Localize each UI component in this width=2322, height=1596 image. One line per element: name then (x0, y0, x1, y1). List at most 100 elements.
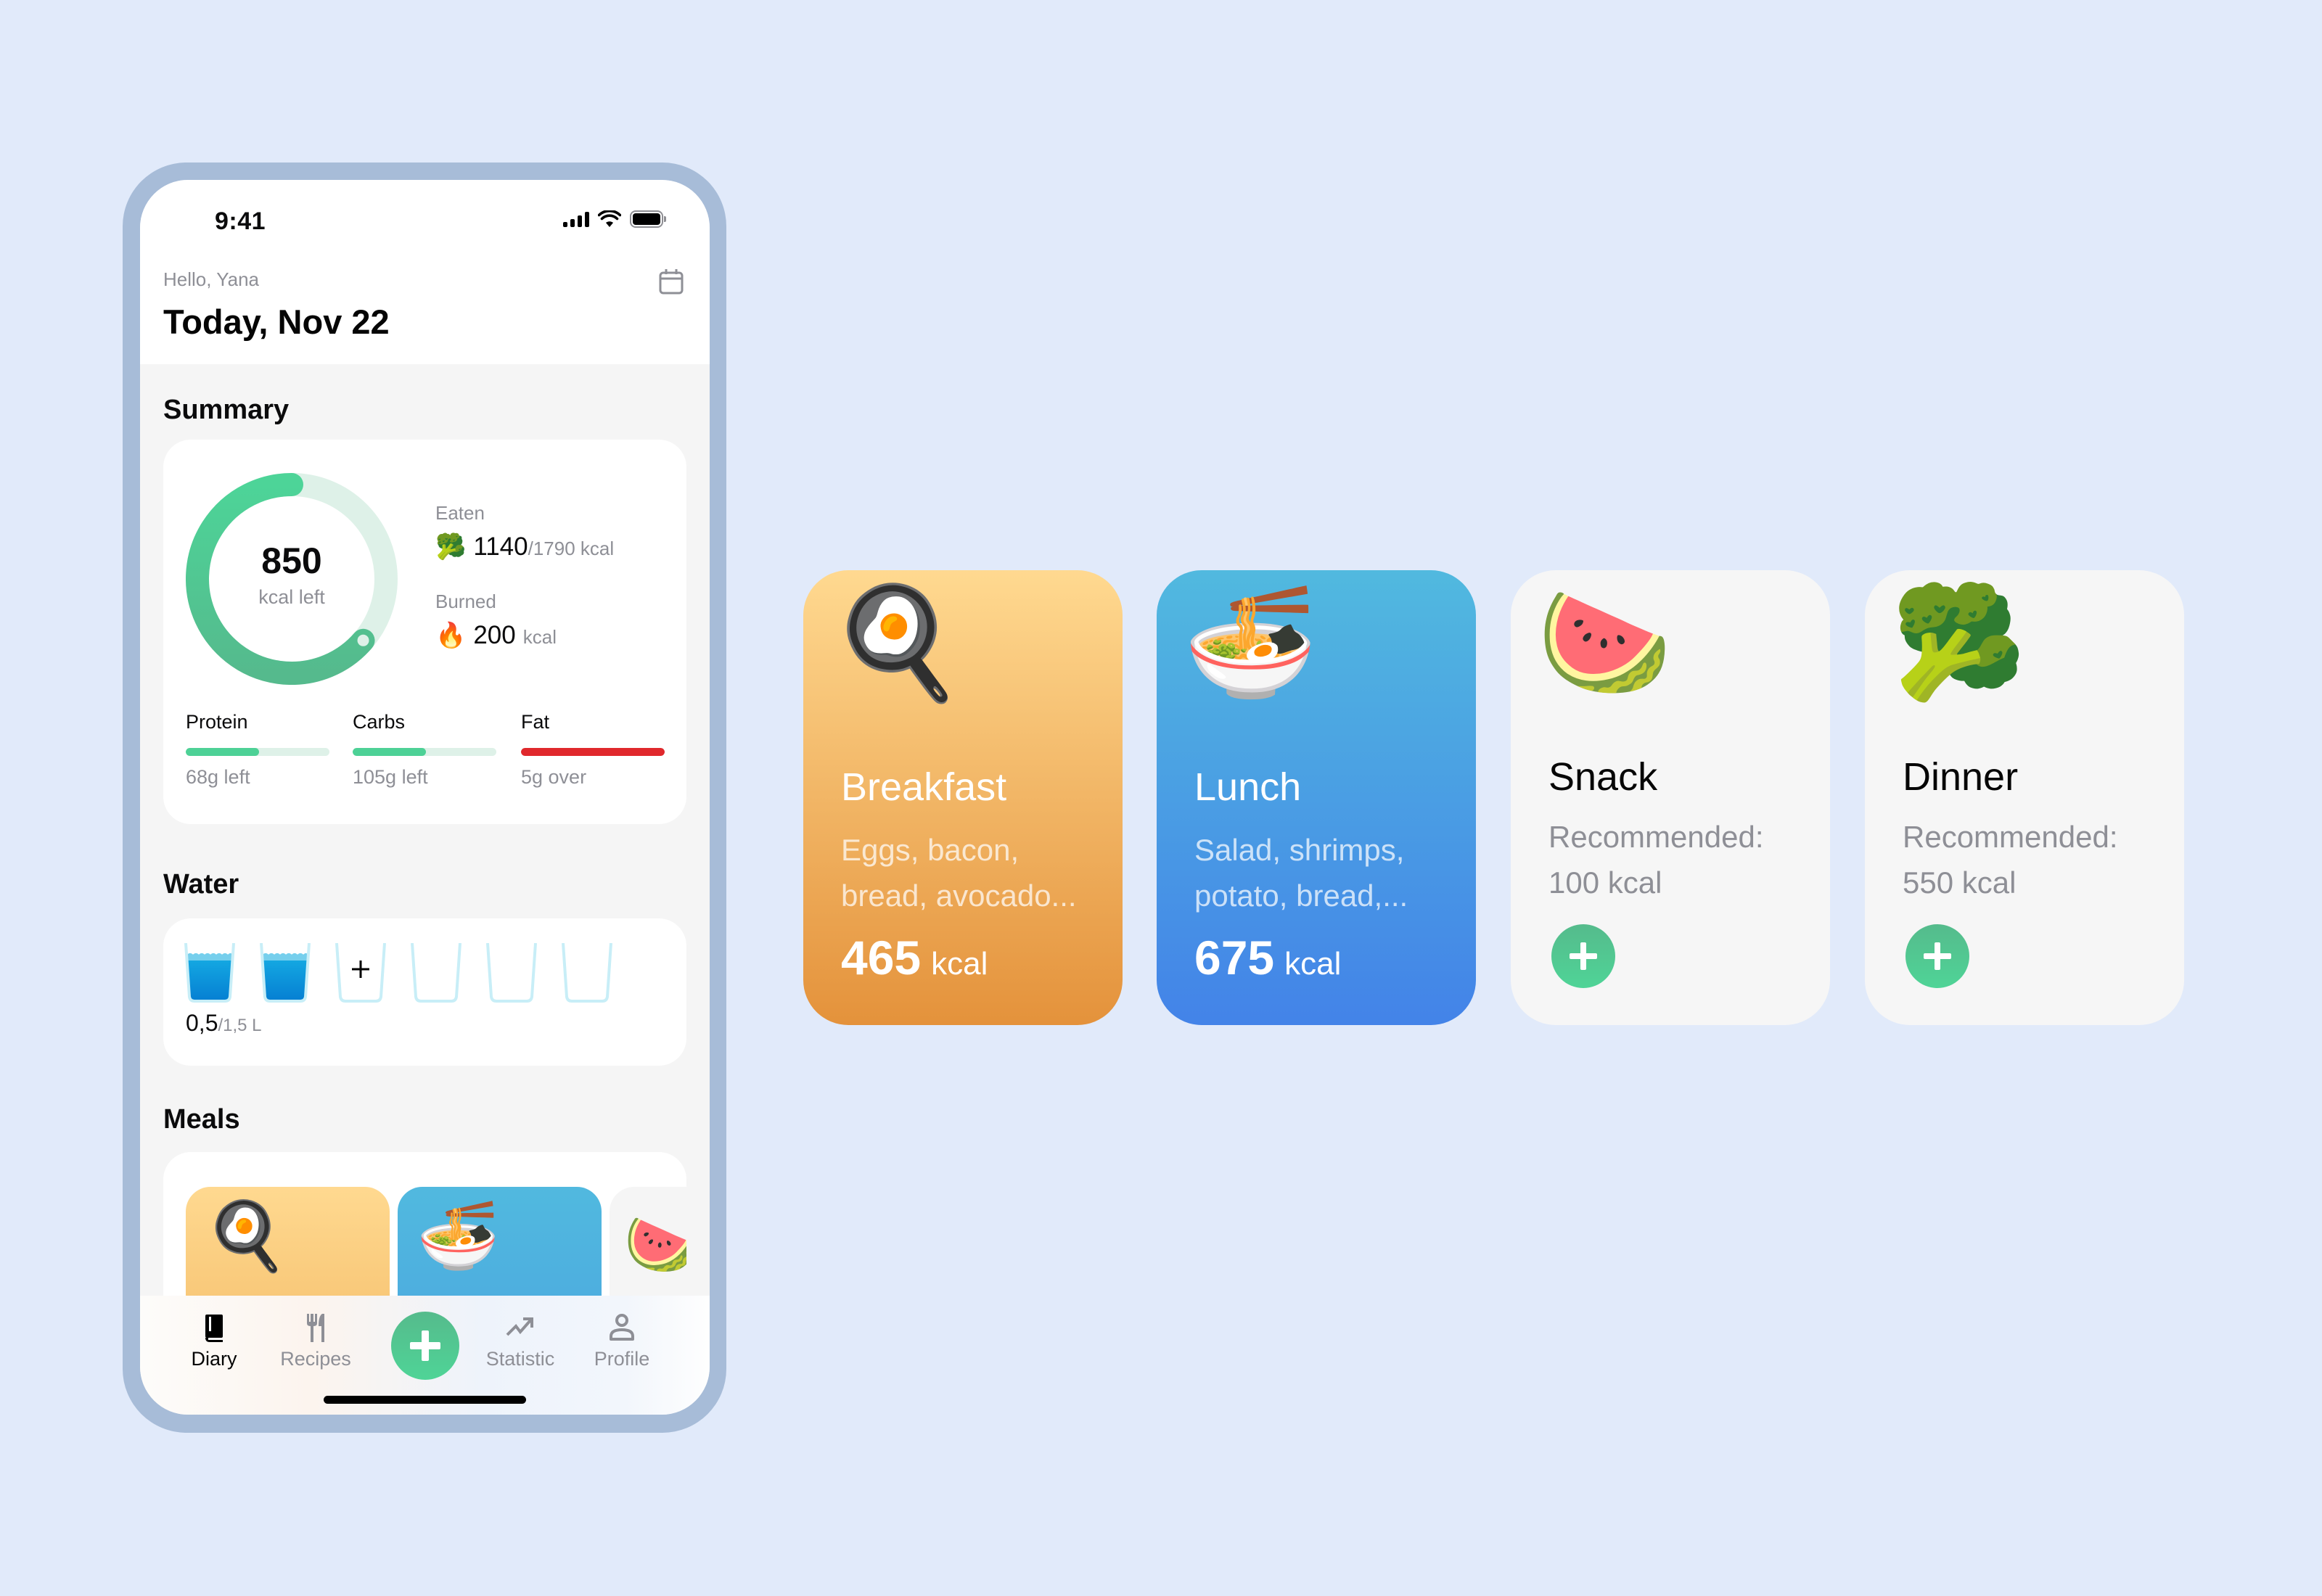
macro-fat: Fat 5g over (521, 711, 665, 789)
status-icons (563, 210, 666, 228)
broccoli-icon: 🥦 (435, 533, 467, 561)
water-glass-empty[interactable] (485, 942, 538, 1003)
meal-title: Snack (1548, 755, 1658, 799)
glass-icon (486, 942, 537, 1003)
watermelon-icon: 🍉 (1537, 581, 1673, 703)
broccoli-icon: 🥦 (1891, 581, 2027, 703)
meal-card-snack[interactable]: 🍉 Snack Recommended: 100 kcal (1511, 570, 1830, 1025)
burned-value: 200 (473, 621, 516, 649)
plus-icon (1924, 942, 1951, 970)
macro-name: Fat (521, 711, 550, 733)
meal-card-lunch[interactable]: 🍜 Lunch Salad, shrimps, potato, bread,..… (1157, 570, 1476, 1025)
summary-title: Summary (163, 395, 290, 425)
glass-icon (184, 942, 235, 1003)
water-title: Water (163, 869, 239, 900)
meal-kcal: 465 kcal (841, 930, 988, 985)
add-snack-button[interactable] (1551, 924, 1615, 988)
macro-carbs: Carbs 105g left (353, 711, 496, 789)
eaten-row: 🥦 1140 /1790 kcal (435, 532, 614, 562)
battery-icon (630, 210, 666, 228)
calendar-icon[interactable] (659, 268, 684, 295)
macro-progress-fill (186, 748, 259, 756)
fire-icon: 🔥 (435, 622, 467, 649)
meal-recommendation: Recommended: 100 kcal (1548, 820, 1764, 900)
meal-title: Dinner (1903, 755, 2019, 799)
meal-card-breakfast[interactable]: 🍳 Breakfast Eggs, bacon, bread, avocado.… (803, 570, 1123, 1025)
meals-title: Meals (163, 1104, 240, 1135)
tab-label: Diary (191, 1348, 237, 1370)
noodle-bowl-icon: 🍜 (417, 1199, 500, 1273)
burned-unit: kcal (522, 626, 557, 648)
tab-diary[interactable]: Diary (171, 1312, 258, 1370)
watermelon-icon: 🍉 (624, 1212, 686, 1277)
phone-frame: 9:41 Hello, Yana Today, Nov 22 Summary 8… (123, 163, 726, 1433)
water-glass-empty[interactable] (561, 942, 613, 1003)
user-icon (610, 1314, 634, 1341)
book-icon (205, 1315, 223, 1342)
add-dinner-button[interactable] (1905, 924, 1969, 988)
tab-recipes[interactable]: Recipes (272, 1312, 359, 1370)
water-glass-empty[interactable] (410, 942, 462, 1003)
glass-icon (562, 942, 612, 1003)
macro-progress-track (186, 748, 329, 756)
water-glass-filled[interactable] (184, 942, 236, 1003)
meal-description: Salad, shrimps, potato, bread,... (1194, 833, 1408, 913)
macro-progress-track (353, 748, 496, 756)
tab-statistic[interactable]: Statistic (477, 1312, 564, 1370)
meal-recommendation: Recommended: 550 kcal (1903, 820, 2118, 900)
meal-title: Breakfast (841, 765, 1007, 809)
tab-profile[interactable]: Profile (578, 1312, 665, 1370)
meal-card-dinner[interactable]: 🥦 Dinner Recommended: 550 kcal (1865, 570, 2184, 1025)
water-glass-add[interactable] (335, 942, 387, 1003)
plus-icon (410, 1330, 440, 1361)
greeting: Hello, Yana (163, 268, 260, 290)
trending-up-icon (506, 1317, 533, 1336)
noodle-bowl-icon: 🍜 (1183, 581, 1318, 703)
macro-progress-fill (521, 748, 665, 756)
plus-icon (1570, 942, 1597, 970)
ring-center: 850 kcal left (186, 473, 398, 685)
status-time: 9:41 (215, 207, 266, 235)
eaten-label: Eaten (435, 502, 485, 524)
fork-knife-icon (307, 1314, 324, 1342)
meal-kcal-unit: kcal (1284, 946, 1342, 982)
glass-icon (335, 942, 386, 1003)
meal-kcal-value: 465 (841, 931, 922, 984)
macro-progress-fill (353, 748, 426, 756)
glass-icon (411, 942, 461, 1003)
water-consumed: 0,5 (186, 1010, 218, 1036)
meal-title: Lunch (1194, 765, 1302, 809)
eaten-value: 1140 (473, 532, 528, 561)
page-title: Today, Nov 22 (163, 303, 390, 341)
meal-kcal-unit: kcal (931, 946, 988, 982)
glass-icon (260, 942, 311, 1003)
tab-label: Profile (594, 1348, 650, 1370)
water-glass-filled[interactable] (259, 942, 311, 1003)
burned-label: Burned (435, 591, 496, 612)
header: 9:41 Hello, Yana Today, Nov 22 (140, 180, 710, 364)
fried-egg-toast-icon: 🍳 (205, 1199, 288, 1273)
water-goal: /1,5 L (218, 1016, 262, 1035)
tab-label: Statistic (485, 1348, 555, 1370)
macro-note: 5g over (521, 766, 587, 788)
wifi-icon (598, 210, 621, 227)
meal-description: Eggs, bacon, bread, avocado... (841, 833, 1077, 913)
home-indicator (324, 1396, 526, 1404)
plus-icon (352, 961, 369, 978)
macro-protein: Protein 68g left (186, 711, 329, 789)
meal-kcal: 675 kcal (1194, 930, 1341, 985)
meal-kcal-value: 675 (1194, 931, 1275, 984)
macro-name: Protein (186, 711, 248, 733)
phone-screen: 9:41 Hello, Yana Today, Nov 22 Summary 8… (140, 180, 710, 1415)
water-amount: 0,5 /1,5 L (186, 1010, 262, 1037)
summary-card: 850 kcal left Eaten 🥦 1140 /1790 kcal Bu… (163, 440, 686, 824)
tab-label: Recipes (280, 1348, 351, 1370)
kcal-left-value: 850 (261, 540, 322, 581)
macro-progress-track (521, 748, 665, 756)
macro-note: 105g left (353, 766, 428, 788)
macro-name: Carbs (353, 711, 406, 733)
kcal-left-label: kcal left (258, 585, 325, 608)
add-button[interactable] (391, 1312, 459, 1380)
eaten-goal: /1790 kcal (528, 538, 615, 559)
fried-egg-toast-icon: 🍳 (829, 581, 965, 703)
